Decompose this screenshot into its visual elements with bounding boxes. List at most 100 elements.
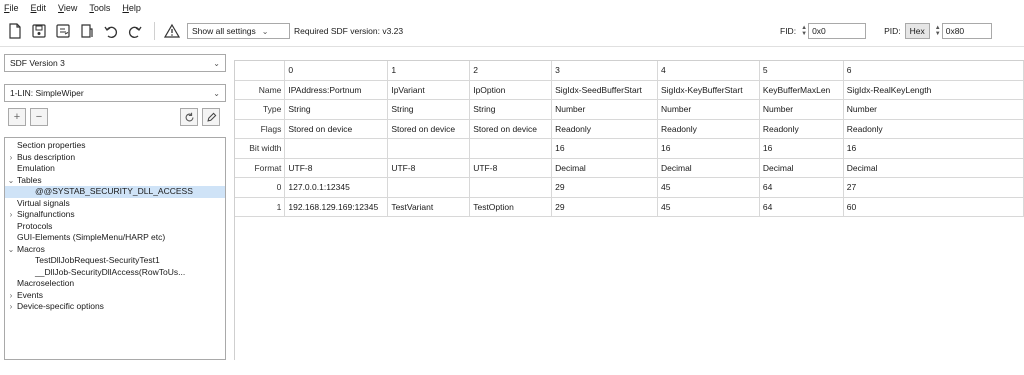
table-cell[interactable]: Readonly [657, 119, 760, 139]
new-file-button[interactable] [4, 20, 26, 42]
table-cell[interactable]: KeyBufferMaxLen [759, 80, 844, 100]
add-button[interactable]: + [8, 108, 26, 126]
table-cell[interactable]: Decimal [759, 158, 844, 178]
table-cell[interactable]: Readonly [759, 119, 844, 139]
warning-button[interactable] [161, 20, 183, 42]
table-cell[interactable]: Number [551, 99, 658, 120]
table-cell[interactable]: 16 [759, 138, 844, 159]
column-header[interactable]: 0 [284, 61, 389, 81]
table-cell[interactable]: 45 [657, 177, 760, 198]
chevron-right-icon[interactable]: › [5, 152, 17, 164]
table-cell[interactable]: Readonly [551, 119, 658, 139]
table-cell[interactable]: Stored on device [469, 119, 553, 139]
row-header[interactable]: 0 [235, 177, 286, 198]
copy-button[interactable] [76, 20, 98, 42]
refresh-button[interactable] [180, 108, 198, 126]
tree-item[interactable]: Macroselection [5, 278, 225, 290]
table-cell[interactable]: SigIdx-KeyBufferStart [657, 80, 760, 100]
sdf-version-dropdown[interactable]: SDF Version 3 ⌄ [4, 54, 226, 72]
table-cell[interactable] [284, 138, 389, 159]
table-cell[interactable] [387, 138, 471, 159]
row-header[interactable]: Type [235, 99, 286, 120]
table-cell[interactable]: IpVariant [387, 80, 471, 100]
column-header[interactable]: 5 [759, 61, 844, 81]
tree-item[interactable]: Emulation [5, 163, 225, 175]
table-cell[interactable]: UTF-8 [469, 158, 553, 178]
table-cell[interactable]: 60 [843, 197, 1024, 217]
table-cell[interactable]: Number [759, 99, 844, 120]
tree-item[interactable]: GUI-Elements (SimpleMenu/HARP etc) [5, 232, 225, 244]
chevron-right-icon[interactable]: › [5, 290, 17, 302]
table-cell[interactable] [469, 138, 553, 159]
table-cell[interactable]: Number [843, 99, 1024, 120]
tree-item[interactable]: ⌄ Macros [5, 244, 225, 256]
row-header[interactable]: 1 [235, 197, 286, 217]
table-cell[interactable]: TestVariant [387, 197, 471, 217]
menu-help[interactable]: Help [122, 3, 141, 13]
table-cell[interactable]: IPAddress:Portnum [284, 80, 389, 100]
column-header[interactable]: 3 [551, 61, 658, 81]
remove-button[interactable]: − [30, 108, 48, 126]
tree-item[interactable]: ⌄ Tables [5, 175, 225, 187]
settings-filter-dropdown[interactable]: Show all settings ⌄ [187, 23, 290, 39]
tree-item[interactable]: › Bus description [5, 152, 225, 164]
table-cell[interactable]: SigIdx-RealKeyLength [843, 80, 1024, 100]
tree-item[interactable]: › Device-specific options [5, 301, 225, 313]
table-cell[interactable]: 64 [759, 177, 844, 198]
table-cell[interactable]: 16 [551, 138, 658, 159]
table-cell[interactable]: UTF-8 [284, 158, 389, 178]
pid-mode-button[interactable]: Hex [904, 23, 930, 39]
row-header[interactable]: Name [235, 80, 286, 100]
menu-edit[interactable]: Edit [31, 3, 47, 13]
table-cell[interactable]: String [387, 99, 471, 120]
chevron-down-icon[interactable]: ⌄ [5, 175, 17, 187]
chevron-right-icon[interactable]: › [5, 209, 17, 221]
table-cell[interactable] [469, 177, 553, 198]
table-cell[interactable]: 16 [843, 138, 1024, 159]
table-cell[interactable]: String [284, 99, 389, 120]
table-cell[interactable]: 29 [551, 197, 658, 217]
row-header[interactable]: Bit width [235, 138, 286, 159]
tree-item[interactable]: Virtual signals [5, 198, 225, 210]
row-header[interactable]: Format [235, 158, 286, 178]
table-cell[interactable]: 192.168.129.169:12345 [284, 197, 389, 217]
table-cell[interactable]: 45 [657, 197, 760, 217]
table-cell[interactable]: Decimal [657, 158, 760, 178]
table-cell[interactable]: IpOption [469, 80, 553, 100]
table-cell[interactable]: Stored on device [387, 119, 471, 139]
undo-button[interactable] [100, 20, 122, 42]
table-cell[interactable]: 127.0.0.1:12345 [284, 177, 389, 198]
tree-item[interactable]: Section properties [5, 140, 225, 152]
table-cell[interactable]: SigIdx-SeedBufferStart [551, 80, 658, 100]
table-cell[interactable]: String [469, 99, 553, 120]
table-cell[interactable]: Decimal [843, 158, 1024, 178]
chevron-right-icon[interactable]: › [5, 301, 17, 313]
tree-item[interactable]: TestDllJobRequest-SecurityTest1 [5, 255, 225, 267]
tree-item[interactable]: › Events [5, 290, 225, 302]
table-cell[interactable]: Readonly [843, 119, 1024, 139]
table-cell[interactable]: 16 [657, 138, 760, 159]
fid-spinner-icon[interactable]: ▲ ▼ [800, 24, 808, 38]
table-cell[interactable]: Stored on device [284, 119, 389, 139]
table-cell[interactable]: Decimal [551, 158, 658, 178]
tree-item[interactable]: @@SYSTAB_SECURITY_DLL_ACCESS [5, 186, 225, 198]
save-button[interactable] [28, 20, 50, 42]
pid-input[interactable]: 0x80 [941, 23, 992, 39]
save-as-button[interactable] [52, 20, 74, 42]
redo-button[interactable] [124, 20, 146, 42]
table-cell[interactable] [387, 177, 471, 198]
column-header[interactable]: 2 [469, 61, 553, 81]
chevron-down-icon[interactable]: ⌄ [5, 244, 17, 256]
pid-spinner-icon[interactable]: ▲ ▼ [934, 24, 942, 38]
table-cell[interactable]: UTF-8 [387, 158, 471, 178]
column-header[interactable]: 6 [843, 61, 1024, 81]
table-cell[interactable]: Number [657, 99, 760, 120]
tree-item[interactable]: Protocols [5, 221, 225, 233]
menu-tools[interactable]: Tools [89, 3, 110, 13]
tree-item[interactable]: › Signalfunctions [5, 209, 225, 221]
table-cell[interactable]: 27 [843, 177, 1024, 198]
column-header[interactable]: 1 [387, 61, 471, 81]
column-header[interactable]: 4 [657, 61, 760, 81]
menu-view[interactable]: View [58, 3, 77, 13]
table-cell[interactable]: TestOption [469, 197, 553, 217]
